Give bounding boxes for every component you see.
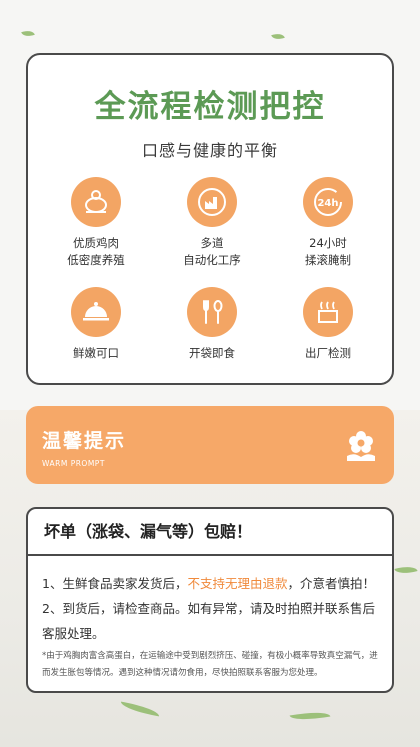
page-title: 全流程检测把控: [94, 89, 326, 125]
notice-body: 1、生鲜食品卖家发货后，不支持无理由退款，介意者慎拍！ 2、到货后，请检查商品。…: [42, 571, 382, 646]
cloche-icon: [71, 287, 121, 337]
feature-item: 多道 自动化工序: [152, 177, 272, 269]
fork-spoon-icon: [187, 287, 237, 337]
feature-label: 开袋即食: [189, 346, 235, 360]
feature-label: 多道 自动化工序: [183, 236, 241, 267]
feature-item: 出厂检测: [268, 287, 388, 362]
notice-title: 坏单（涨袋、漏气等）包赔！: [28, 509, 392, 556]
notice-line-2: 2、到货后，请检查商品。如有异常，请及时拍照并联系售后客服处理。: [42, 601, 375, 641]
feature-label: 24小时 揉滚腌制: [305, 236, 351, 267]
notice-card: 坏单（涨袋、漏气等）包赔！ 1、生鲜食品卖家发货后，不支持无理由退款，介意者慎拍…: [26, 507, 394, 693]
leaf-decoration: [21, 28, 35, 39]
warm-prompt-banner: 温馨提示 WARM PROMPT: [26, 406, 394, 484]
leaf-decoration: [271, 31, 285, 42]
feature-item: 24h 24小时 揉滚腌制: [268, 177, 388, 269]
feature-item: 优质鸡肉 低密度养殖: [36, 177, 156, 269]
page-subtitle: 口感与健康的平衡: [141, 141, 278, 160]
feature-label: 出厂检测: [305, 346, 351, 360]
inspection-icon: [303, 287, 353, 337]
notice-footnote: *由于鸡胸肉富含高蛋白，在运输途中受到剧烈挤压、碰撞，有极小概率导致真空漏气，进…: [42, 651, 378, 678]
feature-item: 鲜嫩可口: [36, 287, 156, 362]
feature-label: 鲜嫩可口: [73, 346, 119, 360]
banner-title: 温馨提示: [42, 430, 127, 452]
svg-text:24h: 24h: [317, 198, 338, 209]
feature-label: 优质鸡肉 低密度养殖: [67, 236, 125, 267]
feature-item: 开袋即食: [152, 287, 272, 362]
factory-icon: [187, 177, 237, 227]
chicken-icon: [71, 177, 121, 227]
highlight-no-refund: 不支持无理由退款: [187, 576, 288, 591]
banner-subtitle: WARM PROMPT: [42, 459, 105, 468]
flower-icon: [342, 426, 380, 464]
features-card: 全流程检测把控 口感与健康的平衡 优质鸡肉 低密度养殖 多道 自动化工序 24h…: [26, 53, 394, 385]
clock-24-icon: 24h: [303, 177, 353, 227]
notice-line-1: 1、生鲜食品卖家发货后，不支持无理由退款，介意者慎拍！: [42, 576, 375, 591]
